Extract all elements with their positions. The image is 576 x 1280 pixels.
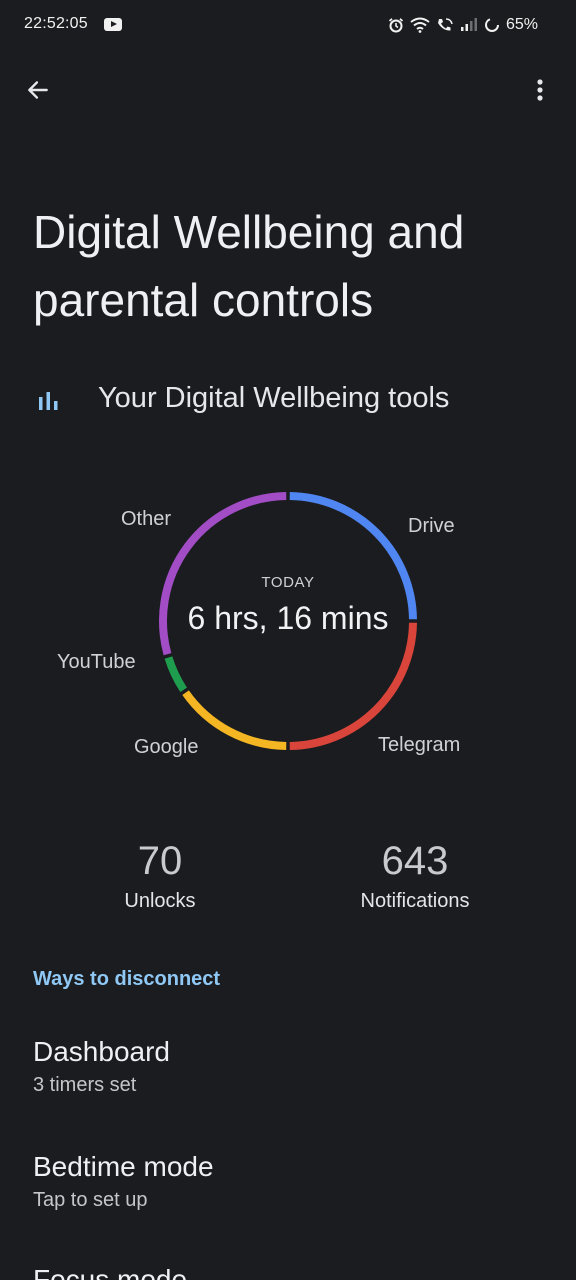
bar-chart-icon — [39, 392, 58, 410]
donut-segment-youtube — [164, 656, 188, 693]
wifi-icon — [410, 17, 430, 33]
chart-label-other: Other — [121, 508, 172, 530]
focus-mode-title: Focus mode — [33, 1264, 188, 1280]
signal-icon — [460, 18, 477, 31]
battery-percentage: 65% — [505, 16, 538, 33]
chart-label-telegram: Telegram — [378, 734, 461, 756]
alarm-icon — [388, 18, 404, 33]
page-title-line2: parental controls — [33, 274, 374, 326]
unlocks-label: Unlocks — [124, 890, 196, 912]
donut-caption: TODAY — [261, 574, 315, 591]
youtube-notification-icon — [104, 18, 122, 31]
tools-icon-wrap — [38, 380, 60, 422]
focus-mode-item[interactable]: Focus mode — [33, 1262, 543, 1280]
notifications-label: Notifications — [360, 890, 470, 912]
chart-label-google: Google — [134, 736, 199, 758]
more-vert-icon — [537, 79, 543, 101]
screen: 22:52:05 65% Digital Wellbeing and paren… — [0, 0, 576, 1280]
dashboard-subtitle: 3 timers set — [33, 1074, 137, 1096]
usage-donut-chart[interactable]: TODAY 6 hrs, 16 mins Drive Telegram Goog… — [0, 470, 576, 780]
screen-time-total: 6 hrs, 16 mins — [187, 600, 389, 636]
arrow-left-icon — [28, 81, 48, 99]
battery-icon — [484, 18, 499, 32]
notifications-value: 643 — [381, 839, 449, 883]
tools-label: Your Digital Wellbeing tools — [98, 382, 450, 414]
unlocks-value: 70 — [137, 839, 183, 883]
chart-label-youtube: YouTube — [57, 651, 136, 673]
chart-label-drive: Drive — [408, 515, 455, 537]
notifications-stat: 643 Notifications — [340, 838, 490, 913]
status-bar: 22:52:05 65% — [0, 0, 576, 50]
donut-segment-google — [182, 690, 287, 750]
wifi-calling-icon — [437, 18, 453, 31]
bedtime-mode-title: Bedtime mode — [33, 1151, 214, 1182]
dashboard-title: Dashboard — [33, 1036, 170, 1067]
status-icons: 65% — [388, 14, 538, 36]
more-options-button[interactable] — [520, 70, 560, 110]
back-button[interactable] — [18, 70, 58, 110]
page-title: Digital Wellbeing and parental controls — [33, 198, 533, 334]
dashboard-item[interactable]: Dashboard 3 timers set — [33, 1034, 543, 1097]
page-title-line1: Digital Wellbeing and — [33, 206, 465, 258]
ways-to-disconnect-header: Ways to disconnect — [33, 968, 221, 990]
donut-segment-telegram — [289, 622, 417, 750]
status-time: 22:52:05 — [24, 15, 88, 32]
unlocks-stat: 70 Unlocks — [100, 838, 220, 913]
bedtime-mode-item[interactable]: Bedtime mode Tap to set up — [33, 1149, 543, 1212]
bedtime-mode-subtitle: Tap to set up — [33, 1189, 148, 1211]
